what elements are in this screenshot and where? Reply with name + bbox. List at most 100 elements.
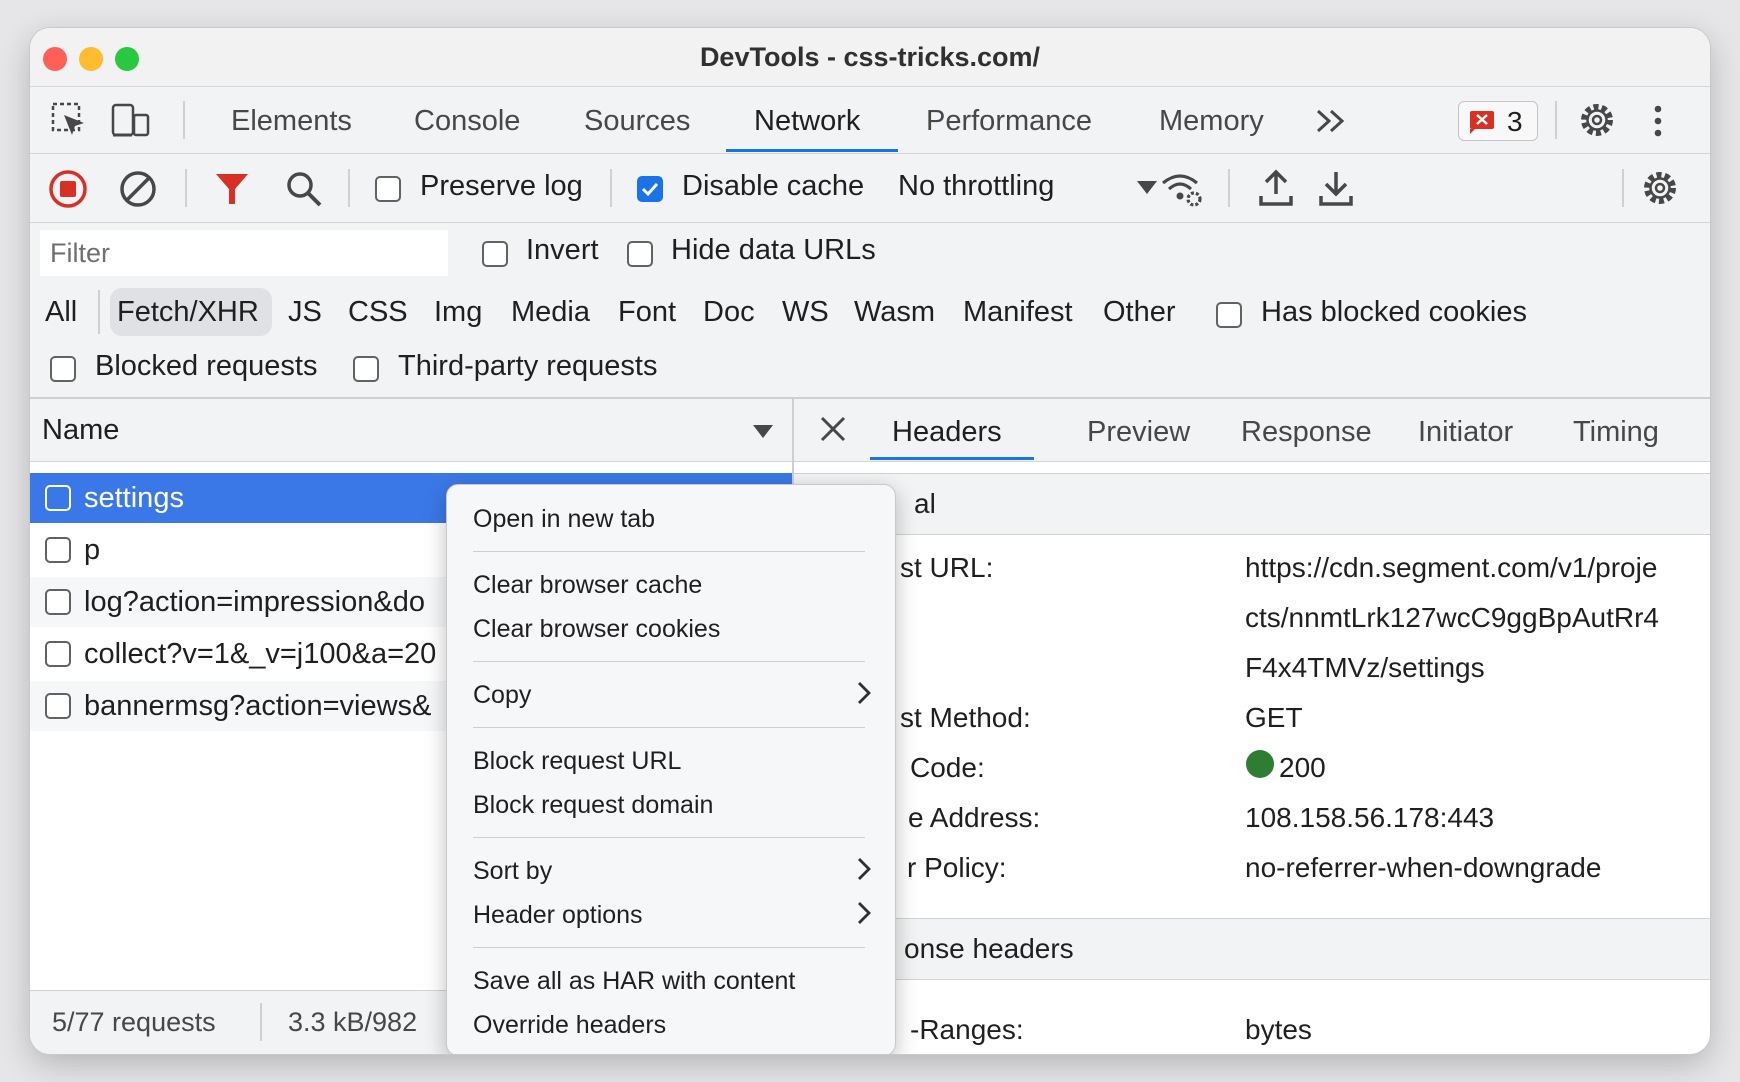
tab-network[interactable]: Network [754, 105, 860, 138]
type-filter-other[interactable]: Other [1103, 296, 1176, 329]
filter-input[interactable] [40, 230, 448, 276]
tab-console[interactable]: Console [414, 105, 520, 138]
third-party-requests-checkbox[interactable] [353, 356, 379, 382]
preserve-log-checkbox[interactable] [375, 176, 401, 202]
toolbar-divider [183, 101, 185, 139]
panel-tabs-bar: Elements Console Sources Network Perform… [30, 87, 1710, 154]
transferred-size: 3.3 kB/982 [288, 1007, 418, 1037]
third-party-requests-label: Third-party requests [398, 350, 658, 382]
accept-ranges-value: bytes [1245, 1014, 1312, 1045]
type-filter-js[interactable]: JS [288, 296, 322, 329]
row-checkbox[interactable] [45, 641, 71, 667]
accept-ranges-key: -Ranges: [910, 1014, 1024, 1045]
request-method-key: st Method: [900, 702, 1031, 733]
issues-badge[interactable]: 3 [1458, 101, 1538, 141]
tab-response[interactable]: Response [1241, 416, 1372, 449]
context-menu: Open in new tab Clear browser cache Clea… [446, 484, 896, 1054]
invert-label: Invert [526, 234, 599, 266]
status-code-key: Code: [910, 752, 985, 783]
row-checkbox[interactable] [45, 485, 71, 511]
request-url-value-line: cts/nnmtLrk127wcC9ggBpAutRr4 [1245, 602, 1659, 633]
menu-item-header-options[interactable]: Header options [473, 901, 643, 930]
tab-headers[interactable]: Headers [892, 416, 1002, 449]
throttling-select[interactable]: No throttling [898, 164, 1166, 212]
blocked-requests-checkbox[interactable] [50, 356, 76, 382]
menu-item-copy[interactable]: Copy [473, 681, 531, 710]
issues-count: 3 [1507, 106, 1523, 137]
menu-separator [473, 947, 865, 948]
close-detail-icon[interactable] [818, 414, 848, 444]
menu-item-block-request-url[interactable]: Block request URL [473, 747, 681, 776]
device-toolbar-icon[interactable] [110, 101, 152, 141]
row-checkbox[interactable] [45, 537, 71, 563]
submenu-chevron-icon [857, 681, 871, 705]
devtools-window: DevTools - css-tricks.com/ Elements Cons… [30, 28, 1710, 1054]
request-url-value-line: F4x4TMVz/settings [1245, 652, 1485, 683]
menu-separator [473, 661, 865, 662]
menu-item-block-request-domain[interactable]: Block request domain [473, 791, 713, 820]
network-conditions-icon[interactable] [1160, 169, 1204, 209]
more-tabs-icon[interactable] [1313, 103, 1349, 139]
filter-funnel-icon[interactable] [214, 171, 250, 207]
type-filter-fetch-xhr[interactable]: Fetch/XHR [117, 296, 259, 329]
has-blocked-cookies-checkbox[interactable] [1216, 302, 1242, 328]
request-name: collect?v=1&_v=j100&a=20 [84, 638, 437, 670]
invert-checkbox[interactable] [482, 241, 508, 267]
tab-initiator[interactable]: Initiator [1418, 416, 1513, 449]
tab-preview[interactable]: Preview [1087, 416, 1190, 449]
menu-item-override-headers[interactable]: Override headers [473, 1011, 666, 1040]
type-filter-ws[interactable]: WS [782, 296, 829, 329]
title-bar: DevTools - css-tricks.com/ [30, 28, 1710, 87]
settings-gear-icon[interactable] [1577, 100, 1617, 140]
type-filter-doc[interactable]: Doc [703, 296, 755, 329]
remote-address-key: e Address: [908, 802, 1041, 833]
type-filter-media[interactable]: Media [511, 296, 590, 329]
request-name: bannermsg?action=views& [84, 690, 432, 722]
general-section-header[interactable]: al [794, 473, 1710, 535]
export-har-icon[interactable] [1318, 168, 1354, 208]
type-filter-all[interactable]: All [45, 296, 77, 329]
menu-item-save-all-as-har[interactable]: Save all as HAR with content [473, 967, 795, 996]
response-headers-section-header[interactable]: onse headers [794, 918, 1710, 980]
row-checkbox[interactable] [45, 589, 71, 615]
type-filter-img[interactable]: Img [434, 296, 482, 329]
toolbar-divider [610, 169, 612, 207]
import-har-icon[interactable] [1258, 168, 1294, 208]
type-filter-font[interactable]: Font [618, 296, 676, 329]
remote-address-value: 108.158.56.178:443 [1245, 802, 1495, 833]
hide-data-urls-checkbox[interactable] [627, 241, 653, 267]
response-headers-title: onse headers [904, 933, 1074, 964]
name-column-label: Name [42, 414, 120, 446]
name-column-header[interactable]: Name [30, 399, 792, 462]
row-checkbox[interactable] [45, 693, 71, 719]
has-blocked-cookies-label: Has blocked cookies [1261, 296, 1527, 328]
tab-sources[interactable]: Sources [584, 105, 690, 138]
clear-icon[interactable] [118, 169, 158, 209]
type-filter-manifest[interactable]: Manifest [963, 296, 1073, 329]
menu-item-open-in-new-tab[interactable]: Open in new tab [473, 505, 655, 534]
tab-performance[interactable]: Performance [926, 105, 1092, 138]
referrer-policy-key: r Policy: [907, 852, 1007, 883]
disable-cache-checkbox[interactable] [637, 176, 663, 202]
type-filter-wasm[interactable]: Wasm [854, 296, 935, 329]
submenu-chevron-icon [857, 857, 871, 881]
tab-elements[interactable]: Elements [231, 105, 352, 138]
detail-tabs-bar: Headers Preview Response Initiator Timin… [794, 399, 1710, 462]
menu-item-clear-browser-cache[interactable]: Clear browser cache [473, 571, 702, 600]
request-name: settings [84, 482, 184, 514]
search-icon[interactable] [284, 169, 324, 209]
type-filter-css[interactable]: CSS [348, 296, 408, 329]
menu-item-sort-by[interactable]: Sort by [473, 857, 552, 886]
tab-memory[interactable]: Memory [1159, 105, 1264, 138]
more-options-icon[interactable] [1652, 103, 1664, 139]
request-url-key: st URL: [900, 552, 994, 583]
request-name: p [84, 534, 101, 566]
referrer-policy-value: no-referrer-when-downgrade [1245, 852, 1602, 883]
status-divider [260, 1003, 262, 1041]
menu-item-clear-browser-cookies[interactable]: Clear browser cookies [473, 615, 720, 644]
tab-timing[interactable]: Timing [1573, 416, 1659, 449]
inspect-element-icon[interactable] [50, 101, 90, 141]
window-title: DevTools - css-tricks.com/ [699, 42, 1041, 72]
network-settings-gear-icon[interactable] [1640, 168, 1680, 208]
stop-recording-icon[interactable] [48, 169, 88, 209]
